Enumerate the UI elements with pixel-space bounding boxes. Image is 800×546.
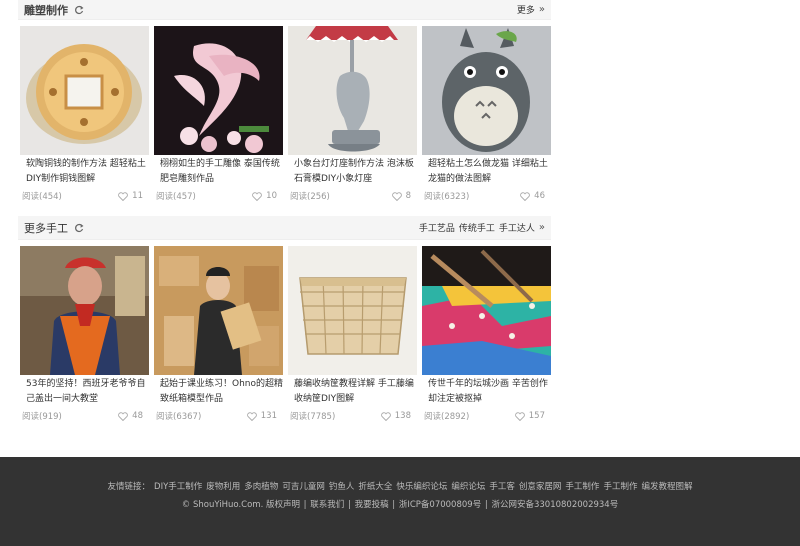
friend-link[interactable]: 可吉儿童网 xyxy=(282,482,325,492)
article-card[interactable]: 超轻粘土怎么做龙猫 详细粘土龙猫的做法图解 阅读(6323) 46 xyxy=(422,26,551,202)
article-card[interactable]: 软陶铜钱的制作方法 超轻粘土DIY制作铜钱图解 阅读(454) 11 xyxy=(20,26,149,202)
police-record-link[interactable]: 浙公网安备33010802002934号 xyxy=(491,500,618,510)
like-count: 48 xyxy=(132,411,143,421)
tag-link[interactable]: 传统手工 xyxy=(459,221,495,234)
card-thumbnail[interactable] xyxy=(288,26,417,155)
card-title[interactable]: 起始于课业练习！Ohno的超精致纸箱模型作品 xyxy=(154,377,283,408)
section-more-crafts: 更多手工 手工艺品 传统手工 手工达人 » 53年的坚持！西班牙老爷爷自己盖出一… xyxy=(18,216,551,422)
like-count: 10 xyxy=(266,191,277,201)
card-title[interactable]: 小象台灯灯座制作方法 泡沫板石膏模DIY小象灯座 xyxy=(288,157,417,188)
card-title[interactable]: 传世千年的坛城沙画 辛苦创作却注定被抠掉 xyxy=(422,377,551,408)
section-title: 雕塑制作 xyxy=(24,2,84,18)
friend-link[interactable]: 编织论坛 xyxy=(451,482,485,492)
heart-icon xyxy=(252,191,263,201)
section-header: 更多手工 手工艺品 传统手工 手工达人 » xyxy=(18,216,551,240)
more-link[interactable]: 更多 xyxy=(517,3,535,16)
section-title-text: 更多手工 xyxy=(24,221,68,235)
read-count: 阅读(457) xyxy=(156,192,196,202)
heart-icon xyxy=(246,411,257,421)
card-title[interactable]: 软陶铜钱的制作方法 超轻粘土DIY制作铜钱图解 xyxy=(20,157,149,188)
like-button[interactable]: 157 xyxy=(514,411,545,421)
friend-link[interactable]: 钓鱼人 xyxy=(329,482,355,492)
section-title: 更多手工 xyxy=(24,220,84,236)
contact-link[interactable]: 联系我们 xyxy=(310,500,344,510)
like-button[interactable]: 138 xyxy=(380,411,411,421)
like-button[interactable]: 131 xyxy=(246,411,277,421)
friend-link[interactable]: 手工客 xyxy=(489,482,515,492)
icp-link[interactable]: 浙ICP备07000809号 xyxy=(399,500,481,510)
like-count: 138 xyxy=(394,411,411,421)
read-count: 阅读(454) xyxy=(22,192,62,202)
friend-links-label: 友情链接： xyxy=(107,482,151,492)
refresh-icon[interactable] xyxy=(74,5,84,15)
section-sculpture: 雕塑制作 更多 » 软陶铜钱的制作方法 超轻粘土DIY制作铜钱图解 阅读(454… xyxy=(18,0,551,202)
article-card[interactable]: 传世千年的坛城沙画 辛苦创作却注定被抠掉 阅读(2892) 157 xyxy=(422,246,551,422)
read-count: 阅读(7785) xyxy=(290,412,336,422)
heart-icon xyxy=(514,411,525,421)
card-thumbnail[interactable] xyxy=(288,246,417,375)
footer: 友情链接： DIY手工制作 废物利用 多肉植物 可吉儿童网 钓鱼人 折纸大全 快乐编织论坛 编织… xyxy=(0,457,800,546)
section-title-text: 雕塑制作 xyxy=(24,3,68,17)
heart-icon xyxy=(118,191,129,201)
like-count: 157 xyxy=(528,411,545,421)
like-count: 8 xyxy=(405,191,411,201)
article-card[interactable]: 栩栩如生的手工雕像 泰国传统肥皂雕刻作品 阅读(457) 10 xyxy=(154,26,283,202)
like-button[interactable]: 48 xyxy=(118,411,143,421)
friend-link[interactable]: 多肉植物 xyxy=(244,482,278,492)
article-card[interactable]: 小象台灯灯座制作方法 泡沫板石膏模DIY小象灯座 阅读(256) 8 xyxy=(288,26,417,202)
card-title[interactable]: 53年的坚持！西班牙老爷爷自己盖出一间大教堂 xyxy=(20,377,149,408)
friend-link[interactable]: 手工制作 xyxy=(565,482,599,492)
friend-link[interactable]: 快乐编织论坛 xyxy=(396,482,447,492)
friend-links: 友情链接： DIY手工制作 废物利用 多肉植物 可吉儿童网 钓鱼人 折纸大全 快乐编织论坛 编织… xyxy=(0,480,800,492)
section-header: 雕塑制作 更多 » xyxy=(18,0,551,20)
friend-link[interactable]: 编发教程图解 xyxy=(641,482,692,492)
friend-link[interactable]: 废物利用 xyxy=(206,482,240,492)
like-button[interactable]: 46 xyxy=(520,191,545,201)
card-thumbnail[interactable] xyxy=(422,26,551,155)
like-button[interactable]: 10 xyxy=(252,191,277,201)
like-button[interactable]: 8 xyxy=(391,191,411,201)
article-card[interactable]: 起始于课业练习！Ohno的超精致纸箱模型作品 阅读(6367) 131 xyxy=(154,246,283,422)
card-title[interactable]: 超轻粘土怎么做龙猫 详细粘土龙猫的做法图解 xyxy=(422,157,551,188)
tag-link[interactable]: 手工艺品 xyxy=(419,221,455,234)
heart-icon xyxy=(118,411,129,421)
read-count: 阅读(6367) xyxy=(156,412,202,422)
read-count: 阅读(6323) xyxy=(424,192,470,202)
friend-link[interactable]: 折纸大全 xyxy=(358,482,392,492)
like-count: 131 xyxy=(260,411,277,421)
friend-link[interactable]: DIY手工制作 xyxy=(154,482,202,492)
tag-link[interactable]: 手工达人 xyxy=(499,221,535,234)
like-button[interactable]: 11 xyxy=(118,191,143,201)
card-thumbnail[interactable] xyxy=(154,26,283,155)
refresh-icon[interactable] xyxy=(74,223,84,233)
card-thumbnail[interactable] xyxy=(154,246,283,375)
heart-icon xyxy=(520,191,531,201)
copyright-bar: © ShouYiHuo.Com. 版权声明 | 联系我们 | 我要投稿 | 浙I… xyxy=(181,500,619,510)
card-thumbnail[interactable] xyxy=(20,246,149,375)
article-card[interactable]: 53年的坚持！西班牙老爷爷自己盖出一间大教堂 阅读(919) 48 xyxy=(20,246,149,422)
card-title[interactable]: 藤编收纳筐教程详解 手工藤编收纳筐DIY图解 xyxy=(288,377,417,408)
read-count: 阅读(919) xyxy=(22,412,62,422)
friend-link[interactable]: 手工制作 xyxy=(603,482,637,492)
copyright-text[interactable]: © ShouYiHuo.Com. 版权声明 xyxy=(182,500,300,510)
double-chevron-right-icon: » xyxy=(538,4,545,15)
card-title[interactable]: 栩栩如生的手工雕像 泰国传统肥皂雕刻作品 xyxy=(154,157,283,188)
like-count: 46 xyxy=(534,191,545,201)
submit-link[interactable]: 我要投稿 xyxy=(355,500,389,510)
card-thumbnail[interactable] xyxy=(20,26,149,155)
heart-icon xyxy=(380,411,391,421)
read-count: 阅读(2892) xyxy=(424,412,470,422)
heart-icon xyxy=(391,191,402,201)
friend-link[interactable]: 创意家居网 xyxy=(519,482,562,492)
like-count: 11 xyxy=(132,191,143,201)
article-card[interactable]: 藤编收纳筐教程详解 手工藤编收纳筐DIY图解 阅读(7785) 138 xyxy=(288,246,417,422)
read-count: 阅读(256) xyxy=(290,192,330,202)
card-thumbnail[interactable] xyxy=(422,246,551,375)
double-chevron-right-icon: » xyxy=(538,222,545,233)
